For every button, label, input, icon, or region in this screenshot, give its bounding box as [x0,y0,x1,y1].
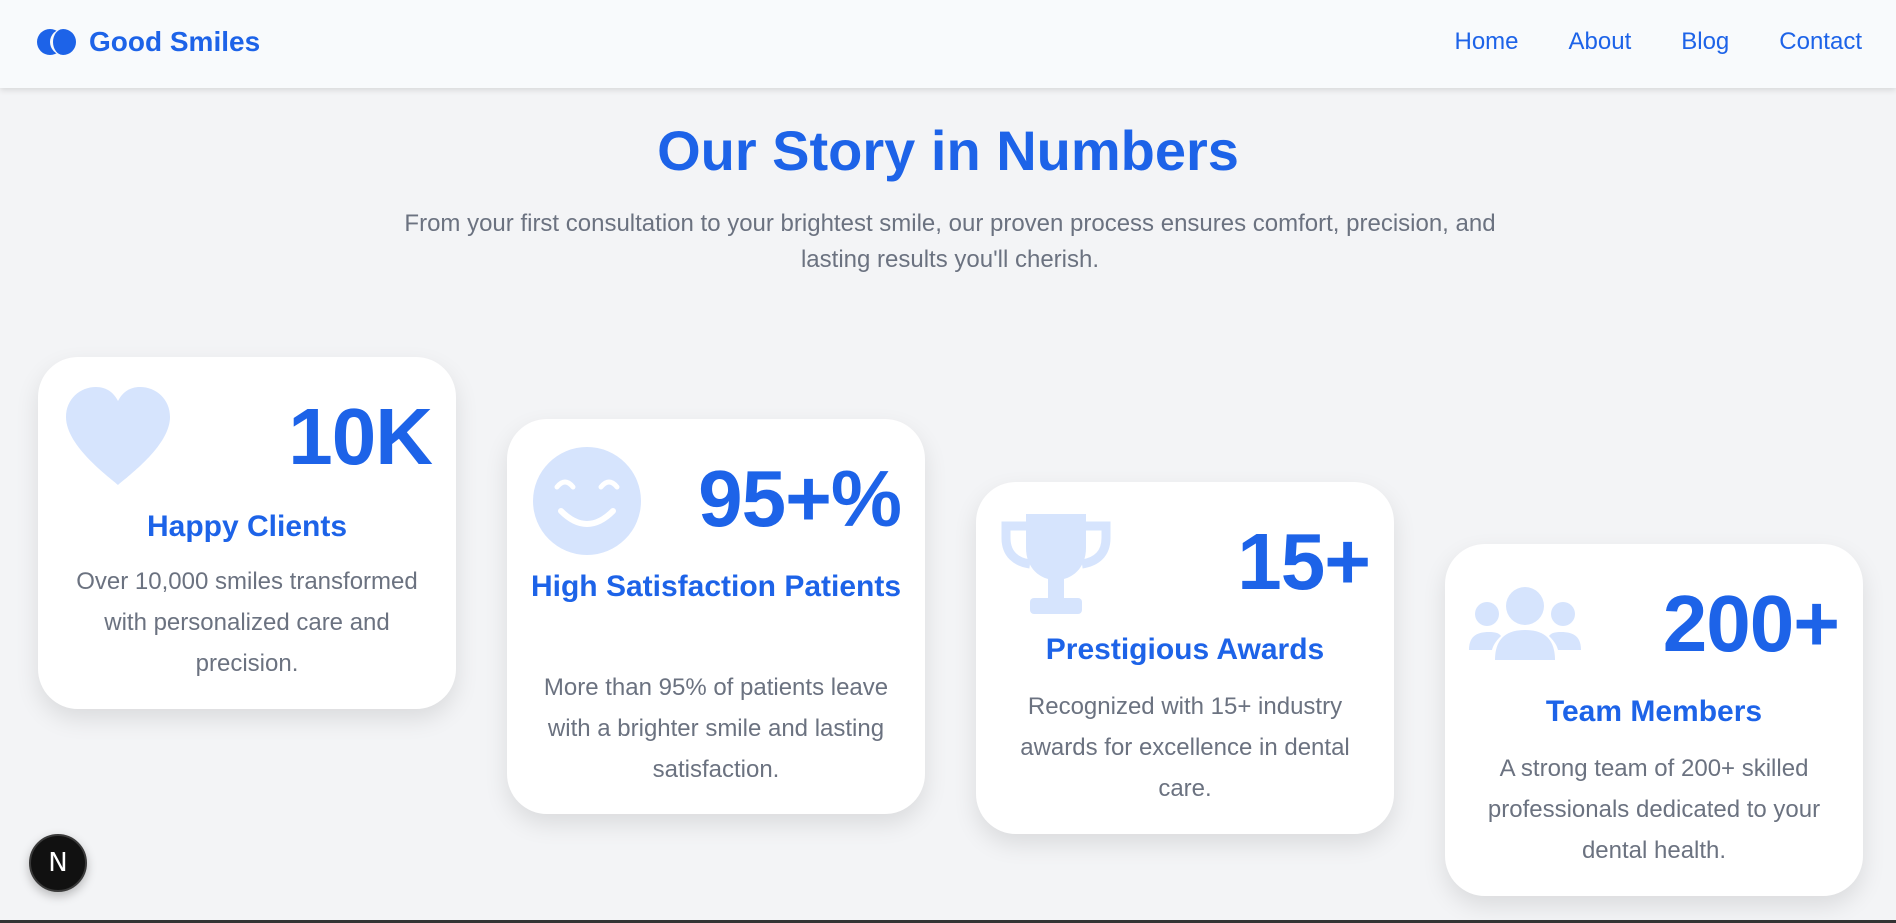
stat-description: A strong team of 200+ skilled profession… [1487,755,1821,864]
smile-icon [533,447,641,555]
nav-blog-link[interactable]: Blog [1681,28,1729,56]
site-header: Good Smiles Home About Blog Contact [0,0,1896,88]
stat-title: Prestigious Awards [1045,633,1325,666]
nav-contact-link[interactable]: Contact [1779,28,1862,56]
stat-description: Recognized with 15+ industry awards for … [1020,693,1350,802]
main-nav: Home About Blog Contact [1404,22,1862,62]
dev-indicator-button[interactable]: N [29,834,87,892]
stat-number: 200+ [1662,579,1840,668]
brand-logo-icon [37,29,77,55]
stat-description: More than 95% of patients leave with a b… [543,674,889,783]
section-title: Our Story in Numbers [657,119,1239,182]
stat-number: 95+% [698,454,902,543]
nav-home-link[interactable]: Home [1454,28,1518,56]
heart-icon [66,387,170,485]
stat-card-team: 200+ Team Members A strong team of 200+ … [1445,544,1863,896]
stat-title: Team Members [1545,695,1763,728]
users-icon [1469,587,1581,660]
brand-link[interactable]: Good Smiles [37,22,260,62]
stat-card-awards: 15+ Prestigious Awards Recognized with 1… [976,482,1394,834]
section-subtitle: From your first consultation to your bri… [404,210,1496,273]
stat-title: High Satisfaction Patients [530,570,902,603]
brand-name: Good Smiles [89,26,261,57]
stat-description: Over 10,000 smiles transformed with pers… [76,568,418,677]
stat-title: Happy Clients [146,510,348,543]
trophy-icon [1001,514,1111,614]
stat-number: 15+ [1237,517,1371,606]
nav-about-link[interactable]: About [1569,28,1632,56]
stat-card-happy-clients: 10K Happy Clients Over 10,000 smiles tra… [38,357,456,709]
stat-card-satisfaction: 95+% High Satisfaction Patients More tha… [507,419,925,814]
stat-number: 10K [288,392,433,481]
